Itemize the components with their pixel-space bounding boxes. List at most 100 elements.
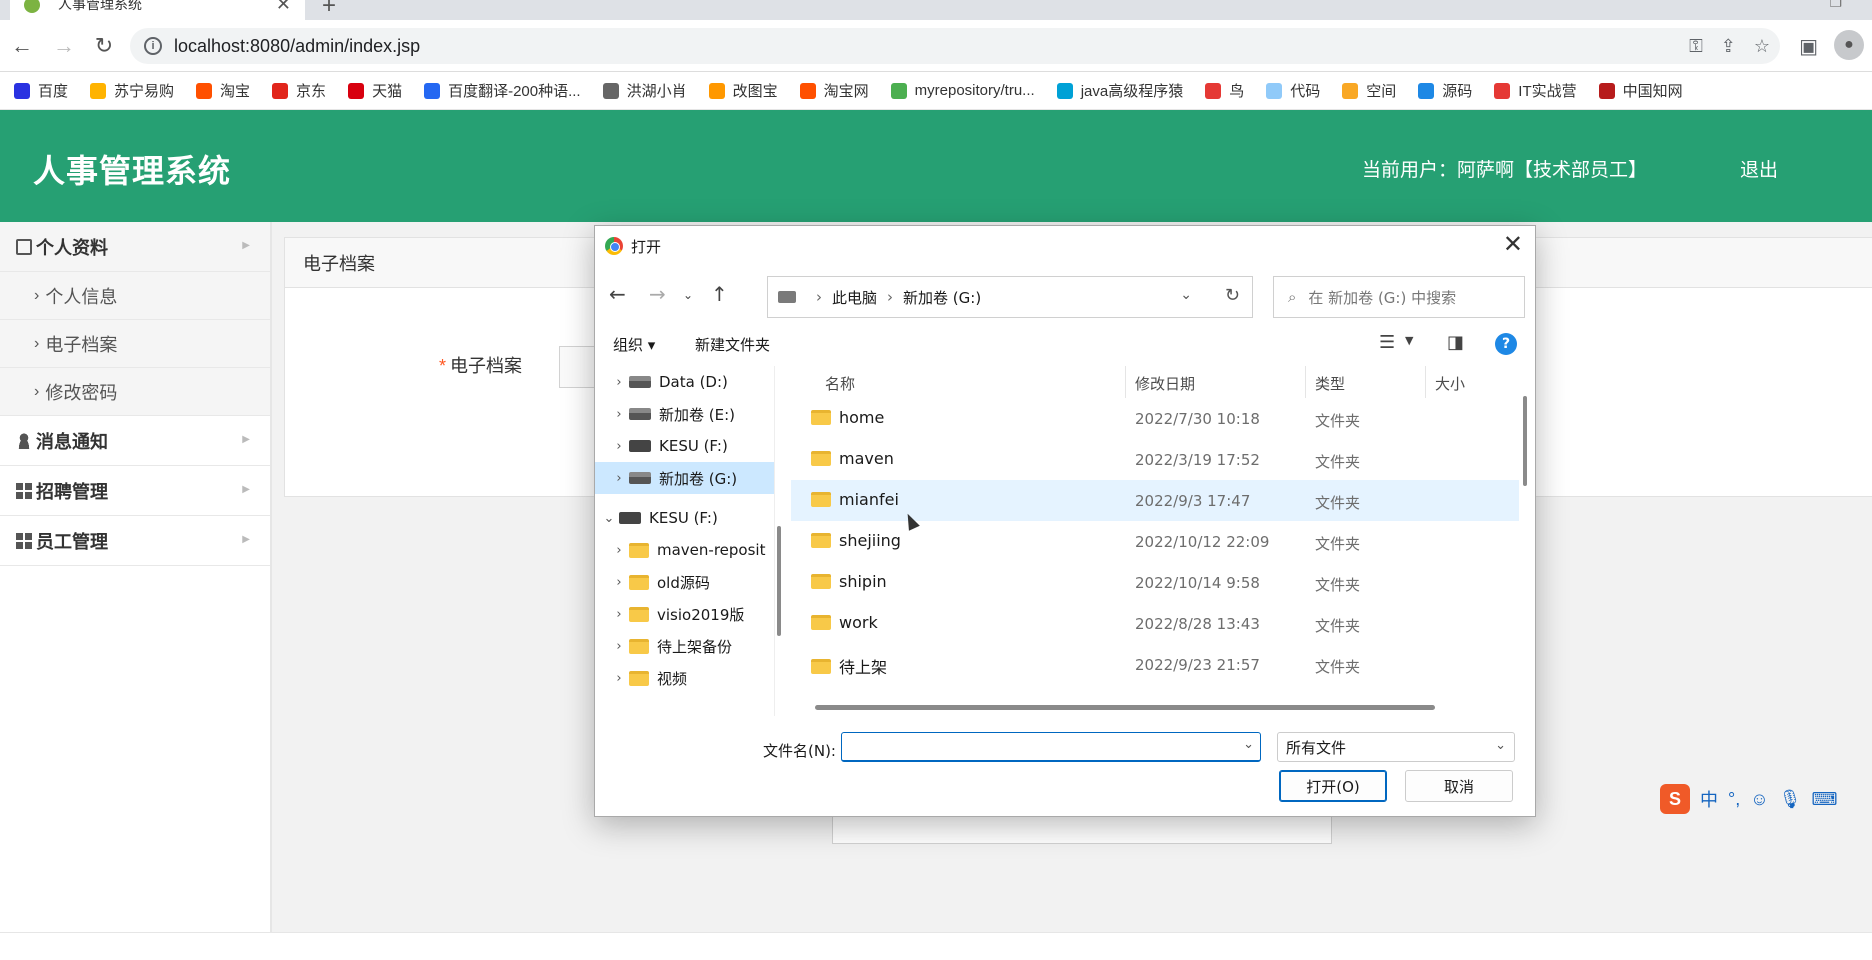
expand-icon[interactable]: ›: [609, 439, 629, 454]
tree-item[interactable]: › visio2019版: [595, 598, 774, 630]
column-type[interactable]: 类型: [1315, 373, 1345, 394]
chevron-down-icon[interactable]: ⌄: [1180, 287, 1192, 303]
chevron-down-icon[interactable]: ⌄: [1243, 737, 1254, 752]
forward-icon[interactable]: →: [50, 32, 78, 60]
new-folder-button[interactable]: 新建文件夹: [695, 334, 770, 355]
tree-item[interactable]: › old源码: [595, 566, 774, 598]
expand-icon[interactable]: ›: [609, 375, 629, 390]
bookmark-item[interactable]: 天猫: [348, 80, 402, 101]
recent-dropdown-icon[interactable]: ⌄: [683, 288, 693, 302]
bookmark-item[interactable]: 洪湖小肖: [602, 80, 687, 101]
window-restore-icon[interactable]: ❐: [1829, 0, 1842, 11]
back-icon[interactable]: ←: [8, 32, 36, 60]
preview-pane-icon[interactable]: ◨: [1447, 332, 1464, 353]
ime-mode[interactable]: 中: [1700, 786, 1718, 812]
expand-icon[interactable]: ›: [609, 471, 629, 486]
bookmark-item[interactable]: 代码: [1266, 80, 1320, 101]
file-row[interactable]: mianfei 2022/9/3 17:47 文件夹: [791, 480, 1519, 521]
menu-group-recruitment[interactable]: 招聘管理 ▶: [0, 466, 270, 516]
open-button[interactable]: 打开(O): [1279, 770, 1387, 802]
tree-item[interactable]: › Data (D:): [595, 366, 774, 398]
close-icon[interactable]: ✕: [1503, 230, 1523, 258]
file-row[interactable]: home 2022/7/30 10:18 文件夹: [791, 398, 1519, 439]
expand-icon[interactable]: ›: [609, 543, 629, 558]
expand-icon[interactable]: ›: [609, 407, 629, 422]
path-breadcrumb[interactable]: › 此电脑 › 新加卷 (G:) ⌄ ↻: [767, 276, 1253, 318]
column-date[interactable]: 修改日期: [1135, 373, 1195, 394]
scroll-thumb[interactable]: [1523, 396, 1527, 486]
new-tab-icon[interactable]: +: [322, 0, 336, 20]
key-icon[interactable]: ⚿: [1689, 36, 1703, 57]
file-row[interactable]: 待上架 2022/9/23 21:57 文件夹: [791, 644, 1519, 685]
tree-item[interactable]: › 待上架备份: [595, 630, 774, 662]
scroll-thumb[interactable]: [777, 526, 781, 636]
emoji-icon[interactable]: ☺: [1750, 789, 1768, 810]
column-divider[interactable]: [1425, 366, 1426, 398]
bookmark-item[interactable]: 淘宝网: [799, 80, 869, 101]
forward-icon[interactable]: →: [649, 282, 666, 306]
menu-group-employees[interactable]: 员工管理 ▶: [0, 516, 270, 566]
bookmark-item[interactable]: 淘宝: [196, 80, 250, 101]
share-icon[interactable]: ⇪: [1721, 36, 1736, 57]
bookmark-item[interactable]: 源码: [1418, 80, 1472, 101]
cancel-button[interactable]: 取消: [1405, 770, 1513, 802]
reload-icon[interactable]: ↻: [90, 32, 118, 60]
sidebar-item-change-password[interactable]: › 修改密码: [0, 368, 270, 416]
sidebar-item-e-archive[interactable]: › 电子档案: [0, 320, 270, 368]
file-row[interactable]: work 2022/8/28 13:43 文件夹: [791, 603, 1519, 644]
view-list-icon[interactable]: ☰: [1379, 332, 1395, 353]
bookmark-item[interactable]: 空间: [1342, 80, 1396, 101]
expand-icon[interactable]: ›: [609, 639, 629, 654]
keyboard-icon[interactable]: ⌨: [1811, 789, 1837, 810]
bookmark-item[interactable]: 百度: [14, 80, 68, 101]
logout-link[interactable]: 退出: [1740, 155, 1778, 182]
tree-item[interactable]: › maven-reposit: [595, 534, 774, 566]
view-dropdown-icon[interactable]: ▼: [1405, 334, 1413, 347]
tree-item[interactable]: › KESU (F:): [595, 430, 774, 462]
column-divider[interactable]: [1125, 366, 1126, 398]
tree-scrollbar[interactable]: [775, 366, 783, 716]
expand-icon[interactable]: ›: [609, 671, 629, 686]
ime-punct[interactable]: °,: [1728, 789, 1740, 810]
file-row[interactable]: maven 2022/3/19 17:52 文件夹: [791, 439, 1519, 480]
column-size[interactable]: 大小: [1435, 373, 1465, 394]
bookmark-item[interactable]: myrepository/tru...: [890, 82, 1035, 99]
menu-group-notifications[interactable]: 消息通知 ▶: [0, 416, 270, 466]
bookmark-item[interactable]: 京东: [272, 80, 326, 101]
help-icon[interactable]: ?: [1495, 333, 1517, 355]
back-icon[interactable]: ←: [609, 282, 626, 306]
tree-item[interactable]: › 视频: [595, 662, 774, 694]
chevron-down-icon[interactable]: ⌄: [1495, 738, 1506, 753]
microphone-icon[interactable]: 🎙: [1779, 789, 1802, 810]
expand-icon[interactable]: ›: [609, 607, 629, 622]
organize-button[interactable]: 组织 ▾: [613, 334, 655, 355]
file-row[interactable]: shipin 2022/10/14 9:58 文件夹: [791, 562, 1519, 603]
collapse-icon[interactable]: ⌄: [599, 511, 619, 526]
file-list-scrollbar[interactable]: [1521, 386, 1529, 696]
bookmark-item[interactable]: 改图宝: [708, 80, 778, 101]
sidebar-item-personal-info[interactable]: › 个人信息: [0, 272, 270, 320]
refresh-icon[interactable]: ↻: [1225, 285, 1240, 306]
tree-item[interactable]: › 新加卷 (E:): [595, 398, 774, 430]
bookmark-item[interactable]: IT实战营: [1494, 80, 1577, 101]
up-icon[interactable]: ↑: [711, 282, 728, 306]
bookmark-star-icon[interactable]: ☆: [1754, 36, 1770, 57]
bookmark-item[interactable]: 鸟: [1205, 80, 1244, 101]
file-row[interactable]: shejiing 2022/10/12 22:09 文件夹: [791, 521, 1519, 562]
url-field[interactable]: i localhost:8080/admin/index.jsp ⚿ ⇪ ☆: [130, 28, 1780, 64]
sogou-logo-icon[interactable]: S: [1660, 784, 1690, 814]
bookmark-item[interactable]: 苏宁易购: [90, 80, 174, 101]
bookmark-item[interactable]: 中国知网: [1598, 80, 1683, 101]
tree-item[interactable]: ⌄ KESU (F:): [595, 502, 774, 534]
expand-icon[interactable]: ›: [609, 575, 629, 590]
tree-item-selected[interactable]: › 新加卷 (G:): [595, 462, 774, 494]
filetype-select[interactable]: 所有文件 ⌄: [1277, 732, 1515, 762]
bookmark-item[interactable]: java高级程序猿: [1056, 80, 1183, 101]
breadcrumb-drive-g[interactable]: 新加卷 (G:): [903, 287, 981, 308]
column-divider[interactable]: [1305, 366, 1306, 398]
bookmark-item[interactable]: 百度翻译-200种语...: [424, 80, 581, 101]
info-icon[interactable]: i: [144, 37, 162, 55]
file-input[interactable]: [559, 346, 599, 388]
column-name[interactable]: 名称: [825, 373, 855, 394]
filename-input[interactable]: ⌄: [841, 732, 1261, 762]
